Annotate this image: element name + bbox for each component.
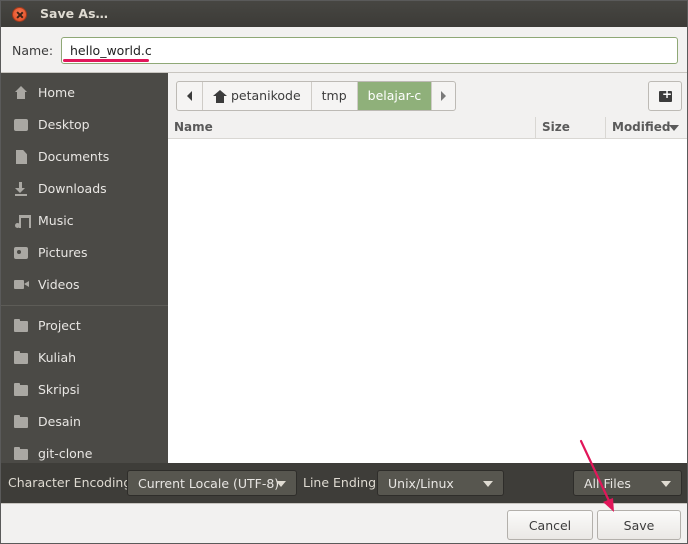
- folder-icon: [14, 415, 28, 428]
- sidebar-item-kuliah[interactable]: Kuliah: [1, 344, 168, 372]
- home-icon: [14, 86, 28, 100]
- column-header-name[interactable]: Name: [168, 117, 536, 139]
- column-header-label: Modified: [612, 120, 671, 134]
- document-icon: [16, 150, 27, 164]
- sidebar-item-label: Desain: [38, 414, 81, 429]
- window-title: Save As…: [40, 6, 109, 21]
- breadcrumb-label: tmp: [321, 88, 347, 103]
- annotation-underline: [63, 59, 149, 62]
- places-sidebar: Home Desktop Documents Downloads Music P…: [1, 73, 168, 463]
- sidebar-item-skripsi[interactable]: Skripsi: [1, 376, 168, 404]
- close-icon[interactable]: [12, 7, 27, 22]
- cancel-button[interactable]: Cancel: [507, 510, 593, 540]
- filename-input[interactable]: [61, 37, 678, 64]
- save-as-dialog: Save As… Name: Home Desktop Documents Do…: [0, 0, 688, 544]
- folder-icon: [14, 383, 28, 396]
- sidebar-item-label: Pictures: [38, 245, 88, 260]
- sidebar-item-downloads[interactable]: Downloads: [1, 175, 168, 203]
- folder-icon: [14, 447, 28, 460]
- sidebar-item-label: Project: [38, 318, 81, 333]
- create-folder-button[interactable]: [648, 81, 682, 111]
- encoding-value: Current Locale (UTF-8): [138, 476, 280, 491]
- sidebar-item-project[interactable]: Project: [1, 312, 168, 340]
- sidebar-item-label: git-clone: [38, 446, 93, 461]
- sidebar-item-label: Videos: [38, 277, 80, 292]
- path-bar: petanikode tmp belajar-c: [176, 81, 457, 111]
- breadcrumb-belajar-c[interactable]: belajar-c: [357, 82, 432, 110]
- sidebar-item-desain[interactable]: Desain: [1, 408, 168, 436]
- sidebar-item-label: Kuliah: [38, 350, 77, 365]
- breadcrumb-label: belajar-c: [367, 88, 422, 103]
- sort-descending-icon: [669, 125, 679, 131]
- chevron-down-icon: [276, 481, 286, 487]
- music-icon: [14, 214, 31, 228]
- file-browser: petanikode tmp belajar-c Name Size Modif…: [168, 73, 687, 463]
- dialog-button-row: Cancel Save: [1, 503, 687, 543]
- video-icon: [14, 280, 29, 289]
- file-list-header: Name Size Modified: [168, 117, 687, 139]
- column-header-modified[interactable]: Modified: [606, 117, 687, 139]
- sidebar-item-label: Skripsi: [38, 382, 80, 397]
- sidebar-item-music[interactable]: Music: [1, 207, 168, 235]
- line-ending-label: Line Ending:: [303, 475, 381, 490]
- column-header-size[interactable]: Size: [536, 117, 606, 139]
- sidebar-item-label: Downloads: [38, 181, 107, 196]
- picture-icon: [14, 247, 28, 259]
- filename-row: Name:: [1, 27, 687, 73]
- file-filter-select[interactable]: All Files: [573, 470, 682, 496]
- sidebar-item-pictures[interactable]: Pictures: [1, 239, 168, 267]
- sidebar-item-label: Music: [38, 213, 74, 228]
- chevron-down-icon: [483, 481, 493, 487]
- sidebar-separator: [1, 305, 168, 306]
- chevron-down-icon: [661, 481, 671, 487]
- sidebar-item-videos[interactable]: Videos: [1, 271, 168, 299]
- save-button[interactable]: Save: [597, 510, 681, 540]
- new-folder-icon: [659, 87, 672, 102]
- line-ending-select[interactable]: Unix/Linux: [377, 470, 504, 496]
- filename-label: Name:: [12, 43, 54, 58]
- path-scroll-left-button[interactable]: [177, 82, 203, 110]
- file-list[interactable]: Name Size Modified: [168, 117, 687, 463]
- breadcrumb-label: petanikode: [231, 88, 301, 103]
- encoding-select[interactable]: Current Locale (UTF-8): [127, 470, 297, 496]
- encoding-label: Character Encoding:: [8, 475, 136, 490]
- desktop-icon: [14, 119, 28, 131]
- sidebar-item-desktop[interactable]: Desktop: [1, 111, 168, 139]
- path-scroll-right-button[interactable]: [431, 82, 455, 110]
- file-filter-value: All Files: [584, 476, 631, 491]
- save-options-bar: Character Encoding: Current Locale (UTF-…: [1, 463, 687, 503]
- breadcrumb-home[interactable]: petanikode: [203, 82, 312, 110]
- sidebar-item-home[interactable]: Home: [1, 79, 168, 107]
- sidebar-item-label: Home: [38, 85, 75, 100]
- folder-icon: [14, 319, 28, 332]
- home-icon: [213, 90, 227, 103]
- line-ending-value: Unix/Linux: [388, 476, 454, 491]
- title-bar: Save As…: [1, 1, 687, 27]
- sidebar-item-documents[interactable]: Documents: [1, 143, 168, 171]
- download-icon: [14, 182, 28, 196]
- folder-icon: [14, 351, 28, 364]
- breadcrumb-tmp[interactable]: tmp: [312, 82, 358, 110]
- sidebar-item-label: Documents: [38, 149, 110, 164]
- sidebar-item-label: Desktop: [38, 117, 90, 132]
